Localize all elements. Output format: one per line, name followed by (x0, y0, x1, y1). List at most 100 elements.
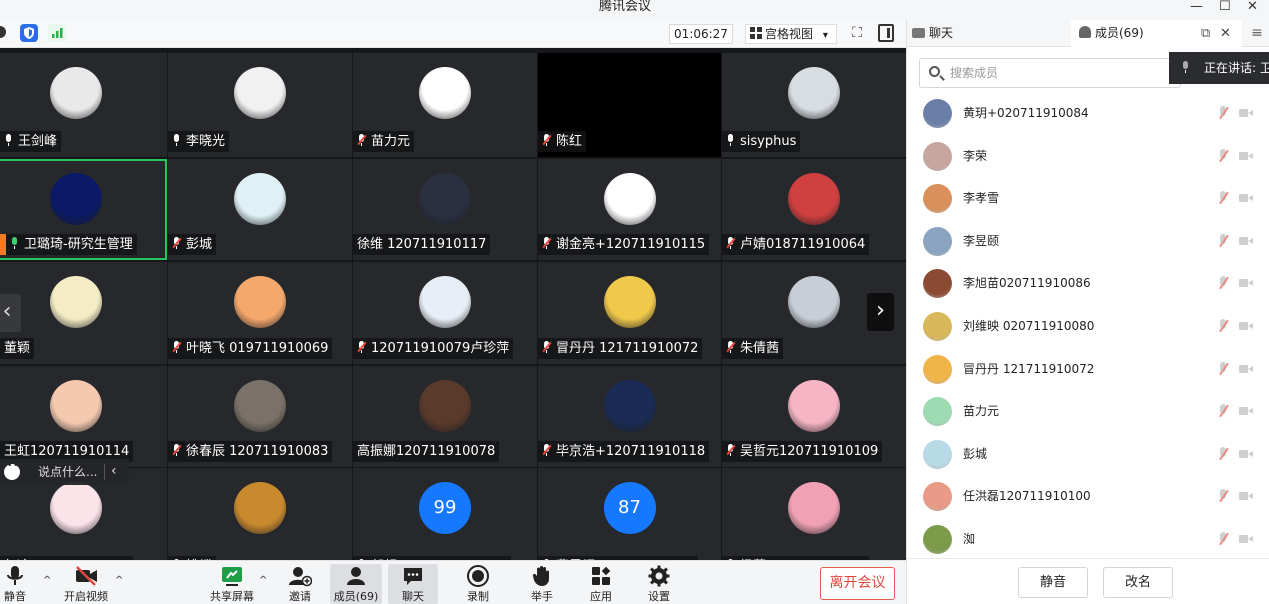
camera-off-icon[interactable] (1239, 364, 1253, 374)
camera-off-icon[interactable] (1239, 406, 1253, 416)
member-row[interactable]: 洳 (907, 518, 1269, 560)
video-tile[interactable]: 陈红 (538, 53, 721, 157)
participant-name: 卫璐琦-研究生管理 (24, 237, 133, 252)
settings-button[interactable]: 设置 (643, 564, 675, 604)
mic-muted-icon[interactable] (1217, 404, 1229, 419)
participant-avatar (603, 276, 656, 328)
participant-avatar (50, 173, 102, 225)
network-signal-icon[interactable] (48, 24, 66, 42)
camera-off-icon[interactable] (1239, 193, 1253, 203)
camera-off-icon[interactable] (1239, 321, 1253, 331)
mic-muted-icon[interactable] (1217, 191, 1229, 206)
apps-button[interactable]: 应用 (585, 564, 617, 604)
video-tile[interactable]: 彭城 (168, 159, 352, 260)
video-tile[interactable]: 王虹120711910114 (0, 366, 167, 467)
mute-button[interactable]: 静音 (0, 564, 30, 604)
camera-off-icon[interactable] (1239, 491, 1253, 501)
video-tile[interactable]: 叶晓飞 019711910069 (168, 262, 352, 364)
maximize-button[interactable]: ☐ (1219, 0, 1231, 14)
video-tile[interactable]: 120711910079卢珍萍 (353, 262, 537, 364)
camera-off-icon[interactable] (1239, 534, 1253, 544)
raise-hand-button[interactable]: 举手 (526, 564, 558, 604)
video-tile[interactable]: 徐春辰 120711910083 (168, 366, 352, 467)
video-tile[interactable]: 王剑峰 (0, 53, 167, 157)
video-tile[interactable]: 冒丹丹 121711910072 (538, 262, 721, 364)
mute-options-caret[interactable]: ^ (43, 575, 51, 586)
share-screen-button[interactable]: 共享屏幕 (206, 564, 258, 604)
member-row[interactable]: 冒丹丹 121711910072 (907, 348, 1269, 390)
camera-off-icon[interactable] (1239, 278, 1253, 288)
fullscreen-icon[interactable]: ⛶ (848, 24, 866, 42)
member-row[interactable]: 黄玥+020711910084 (907, 92, 1269, 134)
video-tile[interactable]: 谢金亮+120711910115 (538, 159, 721, 260)
member-row[interactable]: 李昱颐 (907, 220, 1269, 262)
video-tile[interactable]: 卢婧018711910064 (722, 159, 906, 260)
video-tile[interactable]: 99郭超+120711910090 (353, 468, 537, 560)
video-tile[interactable]: 高振娜120711910078 (353, 366, 537, 467)
start-video-button[interactable]: 开启视频 (60, 564, 112, 604)
minimize-button[interactable]: — (1190, 0, 1203, 14)
mute-all-button[interactable]: 静音 (1018, 567, 1088, 598)
member-row[interactable]: 刘维映 020711910080 (907, 305, 1269, 347)
mic-muted-icon[interactable] (1217, 447, 1229, 462)
member-row[interactable]: 李荣 (907, 135, 1269, 177)
mic-muted-icon[interactable] (1217, 276, 1229, 291)
rename-button[interactable]: 改名 (1103, 567, 1173, 598)
popout-icon[interactable]: ⧉ (1201, 20, 1210, 47)
collapse-chat-icon[interactable]: ‹ (111, 459, 117, 483)
leave-meeting-button[interactable]: 离开会议 (820, 567, 895, 600)
floating-chat-input[interactable]: 说点什么... ‹ (0, 459, 129, 485)
member-row[interactable]: 李孝雪 (907, 177, 1269, 219)
mic-muted-icon[interactable] (1217, 362, 1229, 377)
video-tile[interactable]: 姚蝶 (168, 468, 352, 560)
video-tile[interactable]: 毕京浩+120711910118 (538, 366, 721, 467)
video-options-caret[interactable]: ^ (115, 575, 123, 586)
video-tile[interactable]: 吴哲元120711910109 (722, 366, 906, 467)
video-tile[interactable]: 卫璐琦-研究生管理 (0, 159, 167, 260)
members-button[interactable]: 成员(69) (330, 564, 382, 604)
member-row[interactable]: 任洪磊120711910100 (907, 475, 1269, 517)
participant-avatar (419, 380, 471, 432)
video-tile[interactable]: 董颖 (0, 262, 167, 364)
video-tile[interactable]: 李晓光 (168, 53, 352, 157)
camera-off-icon[interactable] (1239, 108, 1253, 118)
close-panel-icon[interactable]: ✕ (1220, 20, 1231, 47)
video-tile[interactable]: sisyphus (722, 53, 906, 157)
mic-muted-icon[interactable] (1217, 532, 1229, 547)
video-tile[interactable]: 87曹昆辉020711910087 (538, 468, 721, 560)
mic-muted-icon[interactable] (1217, 319, 1229, 334)
camera-off-icon[interactable] (1239, 449, 1253, 459)
close-button[interactable]: ✕ (1247, 0, 1258, 14)
video-tile[interactable]: 徐维 120711910117 (353, 159, 537, 260)
member-row[interactable]: 彭城 (907, 433, 1269, 475)
record-button[interactable]: 录制 (462, 564, 494, 604)
camera-off-icon[interactable] (1239, 236, 1253, 246)
tab-members[interactable]: 成员(69) ⧉ ✕ (1071, 20, 1242, 47)
member-search-input[interactable] (950, 63, 1170, 83)
member-search[interactable] (919, 58, 1181, 88)
mic-muted-icon[interactable] (1217, 149, 1229, 164)
meeting-info-icon[interactable] (0, 26, 6, 38)
view-mode-dropdown[interactable]: 宫格视图 ▾ (745, 24, 837, 44)
member-row[interactable]: 苗力元 (907, 390, 1269, 432)
tab-chat[interactable]: 聊天 (907, 20, 1071, 47)
invite-button[interactable]: 邀请 (284, 564, 316, 604)
participant-name: 徐维 120711910117 (357, 237, 487, 252)
participant-name: 李晓光 (186, 134, 226, 149)
security-shield-icon[interactable] (20, 24, 38, 42)
share-options-caret[interactable]: ^ (259, 575, 267, 586)
member-row[interactable]: 李旭苗020711910086 (907, 262, 1269, 304)
prev-page-arrow[interactable]: ‹ (0, 294, 21, 332)
chat-button[interactable]: 聊天 (388, 564, 438, 604)
mic-muted-icon[interactable] (1217, 234, 1229, 249)
next-page-arrow[interactable]: › (867, 293, 894, 331)
side-panel-toggle-icon[interactable] (878, 24, 894, 42)
apps-icon (592, 566, 611, 585)
camera-off-icon[interactable] (1239, 151, 1253, 161)
video-tile[interactable]: 苗力元 (353, 53, 537, 157)
mic-muted-icon[interactable] (1217, 106, 1229, 121)
mic-muted-icon[interactable] (1217, 489, 1229, 504)
video-tile[interactable]: 杨莉120711910096 (722, 468, 906, 560)
panel-menu-icon[interactable]: ≡ (1244, 20, 1269, 47)
emoji-icon[interactable] (4, 461, 20, 480)
